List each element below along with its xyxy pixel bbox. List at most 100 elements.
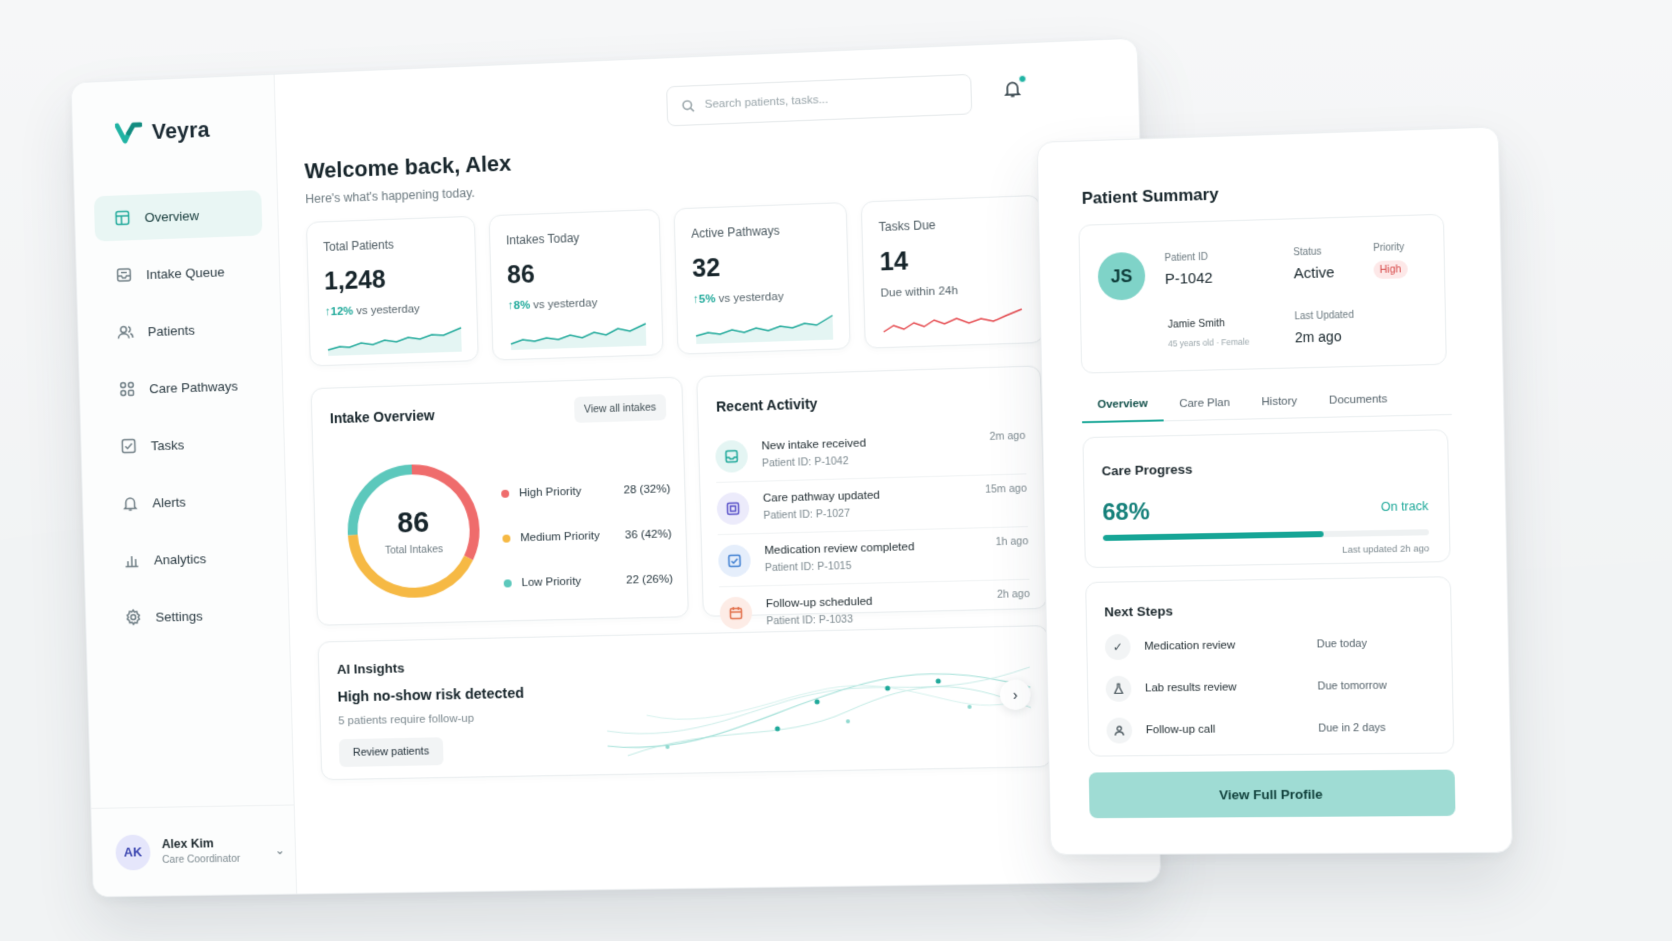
patient-demographics: 45 years old · Female [1168, 336, 1250, 349]
priority-badge: High [1373, 260, 1408, 280]
sidebar-item-overview[interactable]: Overview [93, 190, 263, 242]
pathway-icon [716, 491, 750, 525]
page-subtitle: Here's what's happening today. [305, 185, 476, 207]
sidebar-item-alerts[interactable]: Alerts [102, 477, 271, 527]
legend-item-high[interactable]: High Priority 28 (32%) [501, 466, 671, 516]
activity-time: 2m ago [989, 429, 1026, 443]
panel-title: Intake Overview [329, 407, 435, 427]
ai-headline: High no-show risk detected [337, 685, 525, 706]
legend-label: High Priority [518, 485, 582, 499]
view-full-profile-button[interactable]: View Full Profile [1088, 769, 1456, 819]
sidebar: Veyra Overview Intake Queue Patients Car… [71, 74, 298, 897]
step-due: Due in 2 days [1318, 721, 1386, 735]
app-name: Veyra [151, 116, 211, 144]
users-icon [117, 323, 135, 341]
care-progress-bar [1102, 529, 1429, 541]
gear-icon [124, 608, 142, 626]
user-menu[interactable]: AK Alex Kim Care Coordinator ⌄ [91, 804, 297, 897]
care-progress-title: Care Progress [1101, 461, 1193, 479]
list-item[interactable]: Care pathway updated Patient ID: P-1027 … [716, 474, 1028, 536]
list-item[interactable]: Medication review completed Patient ID: … [717, 527, 1030, 588]
sidebar-item-settings[interactable]: Settings [105, 591, 274, 640]
stat-delta: ↑12% vs yesterday [325, 302, 461, 318]
veyra-logo-icon [115, 121, 143, 146]
review-patients-button[interactable]: Review patients [338, 737, 444, 768]
tab-overview[interactable]: Overview [1081, 387, 1164, 424]
sparkline-chart [693, 309, 835, 345]
bell-icon [121, 494, 139, 512]
activity-title: Medication review completed [764, 541, 915, 558]
activity-list: New intake received Patient ID: P-1042 2… [714, 421, 1031, 640]
stat-value: 32 [691, 253, 721, 283]
list-item[interactable]: Lab results review Due tomorrow [1105, 670, 1433, 704]
legend-item-low[interactable]: Low Priority 22 (26%) [503, 556, 673, 605]
tab-documents[interactable]: Documents [1313, 382, 1404, 418]
stat-delta-value: 5% [698, 293, 716, 306]
list-item[interactable]: Follow-up call Due in 2 days [1106, 712, 1433, 745]
notification-badge [1018, 74, 1027, 84]
user-icon [1106, 717, 1133, 744]
check-square-icon [717, 543, 752, 577]
stat-delta-text: vs yesterday [356, 303, 420, 318]
chevron-down-icon[interactable]: ⌄ [275, 843, 285, 857]
stat-value: 86 [506, 260, 536, 290]
sidebar-item-patients[interactable]: Patients [97, 305, 266, 356]
avatar: AK [115, 834, 151, 870]
welcome-section: Welcome back, Alex Here's what's happeni… [304, 151, 512, 207]
stat-card-intakes-today[interactable]: Intakes Today 86 ↑8% vs yesterday [488, 208, 664, 361]
legend-value: 28 (32%) [623, 482, 671, 497]
stat-card-tasks-due[interactable]: Tasks Due 14 Due within 24h [860, 194, 1045, 349]
activity-time: 2h ago [996, 587, 1030, 601]
sidebar-item-label: Tasks [150, 437, 185, 453]
step-due: Due tomorrow [1317, 679, 1387, 693]
activity-sub: Patient ID: P-1015 [764, 559, 852, 575]
sidebar-item-analytics[interactable]: Analytics [103, 534, 272, 584]
patient-summary-window-wrap: Patient Summary JS Patient ID P-1042 Jam… [1036, 126, 1513, 856]
sidebar-item-label: Settings [155, 608, 203, 625]
patient-id-label: Patient ID [1164, 251, 1208, 265]
sidebar-item-tasks[interactable]: Tasks [100, 419, 269, 469]
app-logo[interactable]: Veyra [73, 114, 276, 148]
activity-title: Care pathway updated [762, 489, 881, 505]
stat-delta-value: 12% [330, 305, 354, 319]
activity-sub: Patient ID: P-1027 [763, 507, 851, 522]
status-value: Active [1293, 264, 1335, 283]
inbox-icon [715, 439, 749, 473]
activity-text: New intake received Patient ID: P-1042 [761, 437, 866, 469]
sparkline-chart [881, 303, 1025, 338]
bar-chart-icon [123, 551, 141, 569]
sidebar-item-label: Analytics [153, 550, 207, 567]
list-item[interactable]: New intake received Patient ID: P-1042 2… [714, 421, 1027, 483]
legend-value: 36 (42%) [624, 527, 672, 542]
list-item[interactable]: ✓ Medication review Due today [1104, 628, 1432, 662]
search-placeholder: Search patients, tasks... [704, 93, 829, 111]
stat-card-active-pathways[interactable]: Active Pathways 32 ↑5% vs yesterday [673, 202, 851, 355]
step-label: Medication review [1144, 639, 1236, 653]
view-all-intakes-button[interactable]: View all intakes [573, 394, 667, 423]
user-role: Care Coordinator [162, 852, 241, 866]
sparkline-chart [325, 322, 463, 356]
layout-icon [113, 209, 131, 227]
stats-row: Total Patients 1,248 ↑12% vs yesterday I… [305, 194, 1045, 367]
stat-delta-text: vs yesterday [533, 297, 598, 312]
stat-card-total-patients[interactable]: Total Patients 1,248 ↑12% vs yesterday [305, 215, 479, 367]
sidebar-item-label: Intake Queue [145, 263, 225, 282]
care-progress-card: Care Progress 68% On track Last updated … [1082, 429, 1451, 569]
tab-history[interactable]: History [1245, 384, 1313, 420]
sidebar-item-intake-queue[interactable]: Intake Queue [95, 247, 264, 298]
low-priority-dot [503, 578, 512, 588]
avatar: JS [1097, 251, 1146, 301]
sidebar-item-care-pathways[interactable]: Care Pathways [99, 362, 268, 413]
search-input[interactable]: Search patients, tasks... [666, 73, 973, 127]
total-intakes-value: 86 [396, 506, 430, 539]
care-progress-updated: Last updated 2h ago [1342, 543, 1430, 556]
legend-item-medium[interactable]: Medium Priority 36 (42%) [502, 511, 672, 560]
sidebar-item-label: Alerts [152, 494, 186, 510]
stat-label: Intakes Today [505, 230, 580, 248]
intake-overview-panel: Intake Overview View all intakes 86 Tota… [310, 376, 689, 626]
legend-value: 22 (26%) [626, 572, 673, 587]
legend-label: Low Priority [521, 575, 582, 589]
tab-care-plan[interactable]: Care Plan [1163, 386, 1246, 422]
stat-label: Total Patients [323, 237, 395, 255]
notifications-button[interactable] [1002, 74, 1027, 101]
